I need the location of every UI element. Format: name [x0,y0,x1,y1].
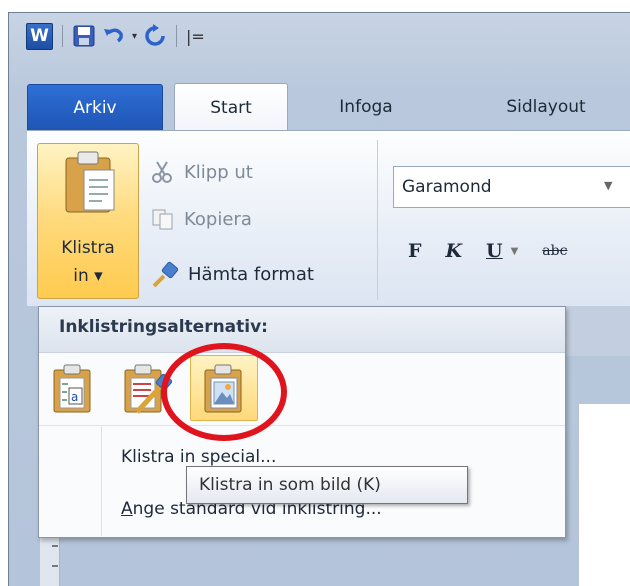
format-painter-icon [152,261,179,288]
menu-gutter [101,426,102,536]
tooltip-text: Klistra in som bild (K) [199,475,381,495]
tab-arkiv[interactable]: Arkiv [27,84,163,130]
tooltip: Klistra in som bild (K) [186,466,468,504]
font-name-combobox[interactable]: Garamond ▼ [393,166,630,208]
customize-toolbar-icon[interactable]: |= [186,27,205,46]
undo-icon[interactable] [102,24,126,48]
paste-button[interactable]: Klistra in ▾ [37,143,139,299]
ribbon-group-separator [377,140,378,300]
font-name-value: Garamond [402,177,492,197]
strikethrough-button[interactable]: abc [542,243,567,259]
cut-label: Klipp ut [184,161,253,183]
save-icon[interactable] [72,24,96,48]
clipboard-icon [65,151,115,213]
word-app-icon[interactable]: W [26,22,53,50]
bold-button[interactable]: F [408,240,422,262]
copy-label: Kopiera [184,208,252,230]
cut-button[interactable]: Klipp ut [150,155,253,189]
paste-dropdown-label[interactable]: in ▾ [38,266,138,286]
svg-text:a: a [71,390,78,404]
paste-special-item[interactable]: Klistra in special... [121,447,276,467]
toolbar-separator [176,25,178,47]
ruler-marks [52,545,58,567]
set-default-accelerator: A [121,499,133,519]
copy-button[interactable]: Kopiera [150,202,252,236]
document-page[interactable] [578,404,630,586]
underline-button[interactable]: U [486,240,503,262]
paste-as-picture-icon [204,364,242,413]
copy-icon [152,209,173,230]
toolbar-separator [62,25,63,47]
paste-label: Klistra [61,238,115,258]
paste-options-header: Inklistringsalternativ: [39,307,565,353]
tab-sidlayout[interactable]: Sidlayout [476,83,616,131]
merge-formatting-icon [124,364,173,414]
quick-access-toolbar: W ▾ |= [26,16,205,56]
chevron-down-icon[interactable]: ▼ [604,179,612,192]
paste-as-picture-option[interactable] [190,355,258,421]
tab-start[interactable]: Start [174,83,288,131]
merge-formatting-option[interactable] [120,355,173,421]
font-format-row: F K U ▼ abc [408,240,567,262]
scissors-icon [152,161,172,183]
keep-text-only-option[interactable]: a [49,355,99,421]
italic-button[interactable]: K [446,240,463,262]
underline-dropdown-icon[interactable]: ▼ [511,246,519,257]
undo-dropdown-icon[interactable]: ▾ [132,31,137,42]
menu-divider [39,425,565,426]
format-painter-label: Hämta format [188,263,314,285]
keep-text-only-icon: a [53,364,91,413]
format-painter-button[interactable]: Hämta format [150,257,314,291]
tab-infoga[interactable]: Infoga [316,83,416,131]
redo-icon[interactable] [143,24,167,48]
